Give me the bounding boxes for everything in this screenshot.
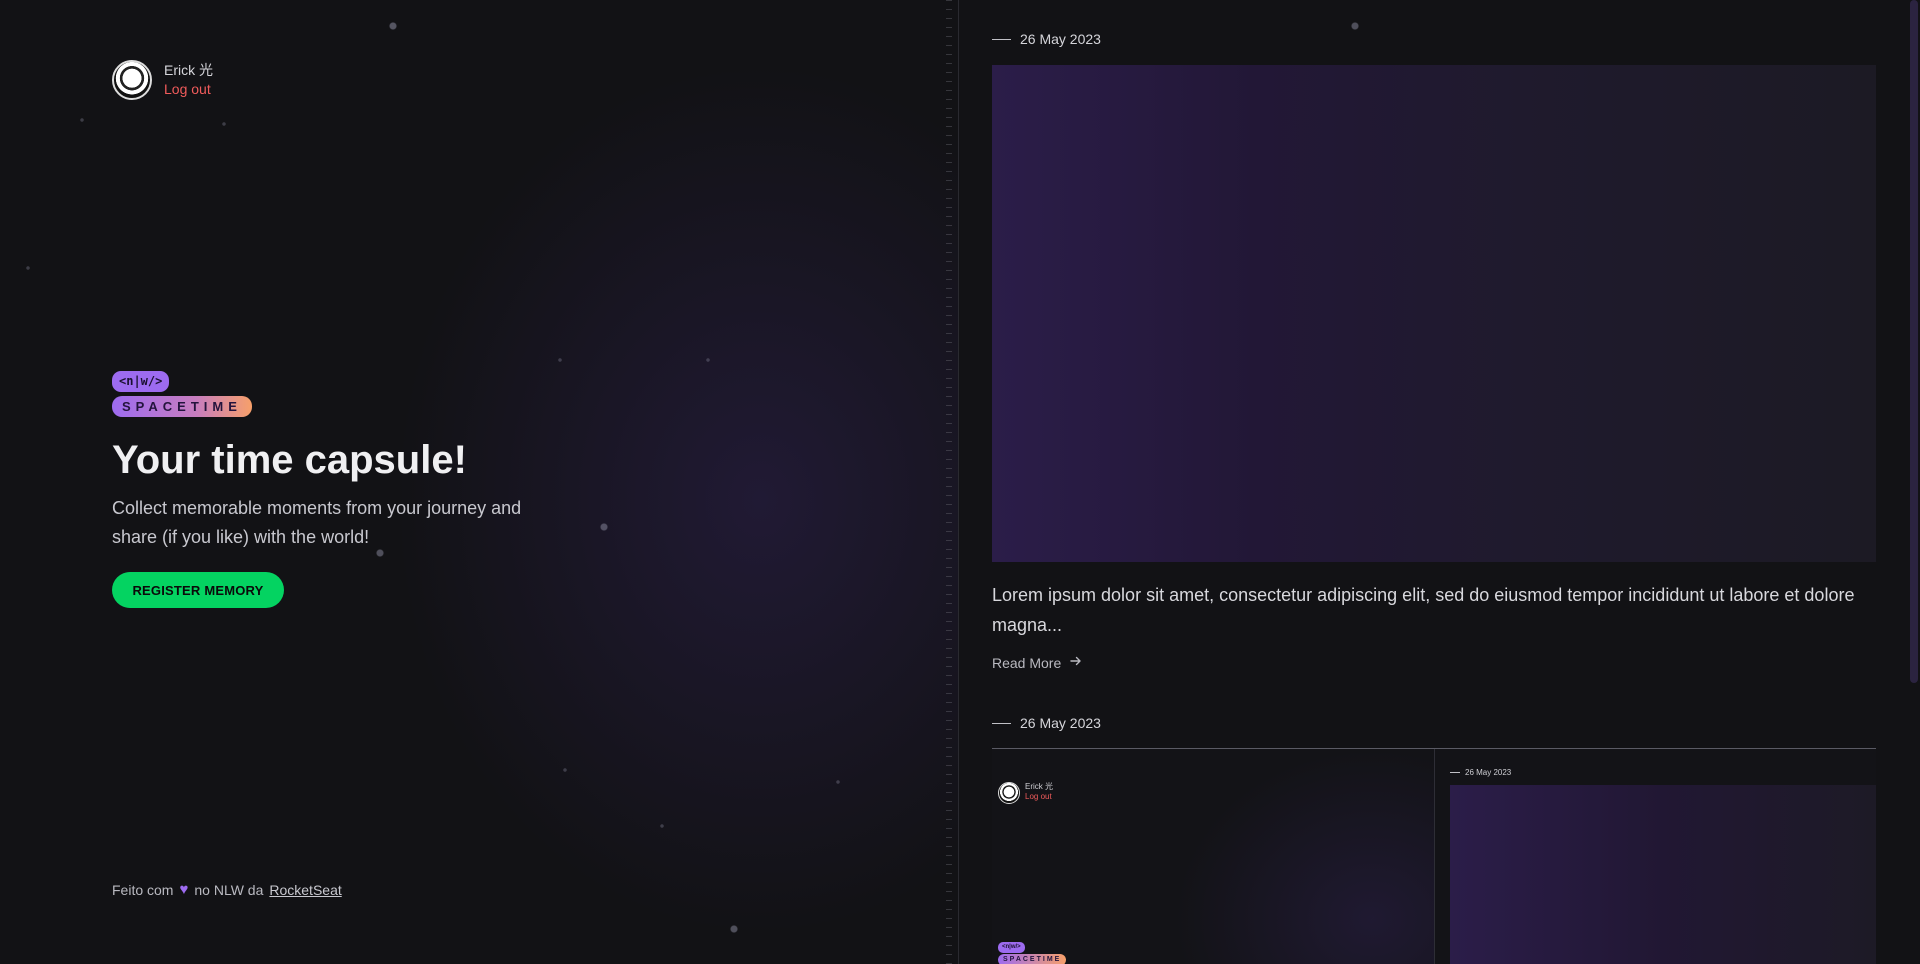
memories-feed: 26 May 2023 Lorem ipsum dolor sit amet, … (959, 0, 1920, 964)
spacetime-badge: SPACETIME (112, 396, 252, 417)
avatar[interactable] (112, 60, 152, 100)
preview-date: 26 May 2023 (1450, 768, 1511, 777)
preview-spacetime-badge: SPACETIME (998, 954, 1067, 964)
memory-image: Erick 光 Log out <n|w/> SPACETIME 26 May … (992, 749, 1876, 964)
scrollbar[interactable] (1908, 0, 1920, 964)
preview-user-name: Erick 光 (1025, 782, 1053, 791)
memory-date: 26 May 2023 (992, 31, 1101, 47)
memory-image (992, 65, 1876, 562)
preview-nlw-badge: <n|w/> (998, 942, 1025, 953)
user-name: Erick 光 (164, 62, 213, 78)
preview-avatar (998, 782, 1020, 804)
rocketseat-link[interactable]: RocketSeat (269, 882, 341, 898)
arrow-right-icon (1069, 654, 1083, 671)
footer-middle: no NLW da (194, 881, 264, 898)
register-memory-button[interactable]: REGISTER MEMORY (112, 572, 284, 608)
user-profile: Erick 光 Log out (112, 60, 213, 100)
read-more-label: Read More (992, 654, 1062, 671)
profile-text: Erick 光 Log out (164, 61, 213, 99)
nlw-badge: <n|w/> (112, 371, 170, 392)
preview-memory-image (1450, 785, 1876, 964)
footer-prefix: Feito com (112, 881, 174, 898)
read-more-link[interactable]: Read More (992, 654, 1083, 671)
heart-icon: ♥ (179, 881, 189, 898)
preview-divider (1434, 749, 1435, 964)
footer: Feito com ♥ no NLW da RocketSeat (112, 881, 342, 898)
page-title: Your time capsule! (112, 438, 467, 482)
memory-date: 26 May 2023 (992, 715, 1101, 731)
memory-excerpt: Lorem ipsum dolor sit amet, consectetur … (992, 585, 1855, 635)
brand-logo: <n|w/> SPACETIME (112, 371, 252, 417)
preview-hero-panel (992, 749, 1434, 964)
preview-logout: Log out (1025, 792, 1052, 801)
logout-link[interactable]: Log out (164, 80, 213, 99)
page-subtitle: Collect memorable moments from your jour… (112, 498, 522, 547)
scrollbar-thumb[interactable] (1910, 0, 1918, 683)
